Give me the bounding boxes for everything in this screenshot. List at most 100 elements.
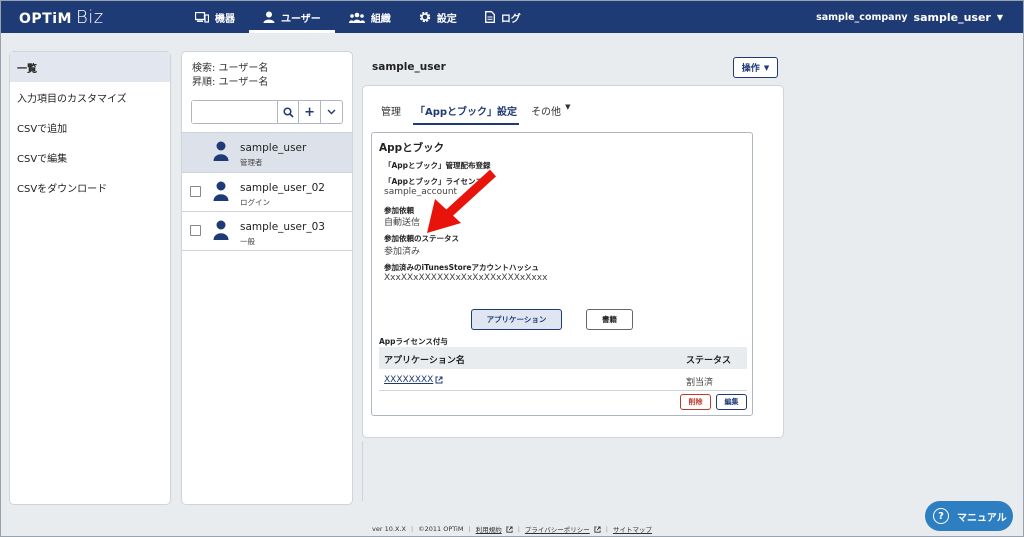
search-input[interactable] [192, 101, 278, 123]
person-icon [213, 141, 229, 164]
divider [362, 441, 363, 501]
add-user-button[interactable]: + [299, 101, 321, 123]
menu-item-csv-download[interactable]: CSVをダウンロード [10, 172, 170, 202]
tab-app-and-book-settings[interactable]: 「Appとブック」設定 [413, 103, 520, 125]
user-info: sample_user 管理者 [240, 142, 306, 168]
books-button[interactable]: 書籍 [586, 309, 633, 330]
user-info: sample_user_02 ログイン [240, 182, 325, 208]
column-header-app-name: アプリケーション名 [384, 356, 465, 366]
tab-other-label: その他 [531, 107, 562, 118]
nav-label: ログ [500, 13, 521, 25]
user-name: sample_user_02 [240, 182, 325, 194]
tab-management[interactable]: 管理 [381, 103, 401, 125]
account-hash-label: 参加済みのiTunesStoreアカウントハッシュ [384, 263, 540, 272]
terms-link-label: 利用規約 [475, 526, 502, 534]
search-summary: 検索: ユーザー名 昇順: ユーザー名 [182, 52, 352, 90]
user-role: ログイン [240, 198, 270, 207]
sitemap-link[interactable]: サイトマップ [613, 524, 652, 534]
user-checkbox[interactable] [190, 186, 201, 197]
caret-down-icon: ▼ [763, 63, 770, 72]
logo-product: Biz [75, 7, 104, 28]
nav-label: ユーザー [281, 13, 321, 25]
footer-separator: | [605, 525, 608, 533]
person-icon [213, 220, 229, 243]
page-title: sample_user [372, 61, 446, 73]
user-checkbox[interactable] [190, 225, 201, 236]
nav-label: 機器 [215, 13, 235, 25]
operation-label: 操作 [741, 64, 760, 74]
privacy-link-label: プライバシーポリシー [524, 526, 590, 534]
user-list-panel: 検索: ユーザー名 昇順: ユーザー名 + sample_user 管理者 sa… [181, 51, 353, 505]
privacy-policy-link[interactable]: プライバシーポリシー [525, 524, 601, 534]
assignment-status: 割当済 [686, 378, 714, 388]
nav-label: 組織 [370, 13, 391, 25]
nav-item-devices[interactable]: 機器 [181, 1, 249, 33]
chevron-down-icon [327, 109, 336, 115]
optim-biz-logo[interactable]: OPTiM Biz [19, 7, 104, 28]
terms-link[interactable]: 利用規約 [476, 524, 513, 534]
card-title: Appとブック [379, 142, 445, 154]
user-row[interactable]: sample_user_02 ログイン [182, 172, 352, 212]
annotation-arrow-icon [427, 169, 497, 233]
menu-item-csv-edit[interactable]: CSVで編集 [10, 142, 170, 172]
caret-down-icon: ▼ [565, 103, 571, 111]
nav-item-organization[interactable]: 組織 [335, 1, 405, 33]
edit-button[interactable]: 編集 [716, 394, 747, 410]
logo-brand: OPTiM [19, 11, 72, 27]
search-criteria: 検索: ユーザー名 [192, 63, 269, 74]
external-link-icon [506, 525, 513, 533]
search-button[interactable] [278, 101, 300, 123]
nav-item-settings[interactable]: 設定 [405, 1, 471, 33]
tab-other[interactable]: その他 ▼ [531, 103, 570, 125]
user-name: sample_user [240, 142, 307, 154]
user-icon [263, 11, 275, 23]
user-name: sample_user_03 [240, 221, 325, 233]
footer-separator: | [410, 525, 414, 533]
nav-item-users[interactable]: ユーザー [249, 1, 335, 33]
gear-icon [419, 11, 431, 23]
manual-label: マニュアル [957, 512, 1007, 524]
detail-tabs: 管理 「Appとブック」設定 その他 ▼ [381, 103, 582, 125]
delete-button[interactable]: 削除 [680, 394, 711, 410]
footer-separator: | [468, 525, 471, 533]
user-info: sample_user_03 一般 [240, 221, 325, 247]
app-name: XXXXXXXX [384, 375, 434, 385]
manual-button[interactable]: ? マニュアル [925, 501, 1013, 531]
company-name: sample_company [816, 11, 908, 23]
nav-label: 設定 [436, 13, 457, 25]
applications-button[interactable]: アプリケーション [471, 309, 562, 330]
version-text: ver 10.X.X [372, 525, 406, 533]
help-icon: ? [933, 508, 949, 524]
expand-search-button[interactable] [321, 101, 342, 123]
top-navigation-bar: OPTiM Biz 機器 ユーザー 組織 設定 ログ sample_compan… [1, 1, 1023, 33]
account-user-name: sample_user [913, 10, 991, 24]
user-row[interactable]: sample_user_03 一般 [182, 211, 352, 251]
footer-separator: | [517, 525, 520, 533]
chevron-down-icon: ▼ [996, 12, 1003, 22]
search-icon [283, 106, 294, 118]
nav-item-logs[interactable]: ログ [471, 1, 535, 33]
user-role: 一般 [240, 237, 255, 246]
copyright-text: ©2011 OPTiM [418, 525, 464, 533]
person-icon [213, 181, 229, 204]
app-name-link[interactable]: XXXXXXXX [384, 375, 443, 385]
menu-item-customize-fields[interactable]: 入力項目のカスタマイズ [10, 82, 170, 112]
user-row[interactable]: sample_user 管理者 [182, 132, 352, 172]
request-status-value: 参加済み [384, 247, 421, 257]
account-menu[interactable]: sample_company sample_user ▼ [816, 1, 1003, 33]
table-header: アプリケーション名 ステータス [379, 347, 747, 369]
license-assignment-label: Appライセンス付与 [379, 337, 448, 346]
table-row: XXXXXXXX 割当済 [379, 371, 747, 391]
search-box: + [191, 100, 343, 124]
external-link-icon [594, 525, 601, 533]
footer: ver 10.X.X | ©2011 OPTiM | 利用規約 | プライバシー… [1, 524, 1023, 534]
menu-item-list[interactable]: 一覧 [10, 52, 170, 82]
menu-item-csv-add[interactable]: CSVで追加 [10, 112, 170, 142]
device-icon [195, 11, 209, 23]
user-role: 管理者 [240, 158, 263, 167]
external-link-icon [435, 376, 443, 384]
request-value: 自動送信 [384, 218, 421, 228]
group-icon [348, 12, 365, 23]
main-nav: 機器 ユーザー 組織 設定 ログ [181, 1, 535, 33]
operation-button[interactable]: 操作 ▼ [733, 57, 778, 78]
